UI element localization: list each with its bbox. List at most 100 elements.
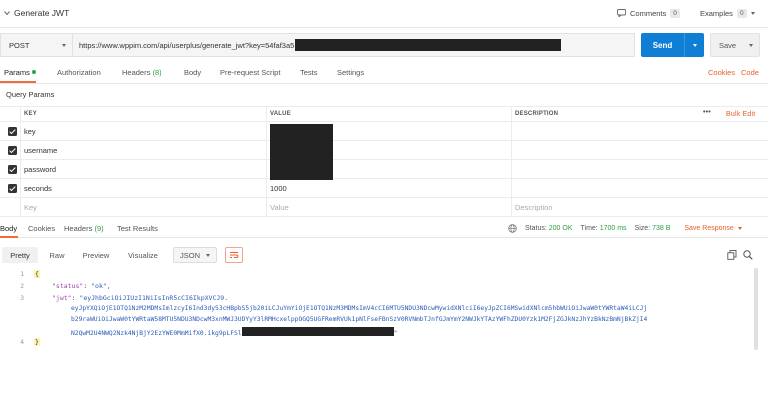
- save-response-label: Save Response: [684, 225, 734, 232]
- url-text: https://www.wppim.com/api/userplus/gener…: [79, 40, 295, 50]
- caret-down-icon: [737, 227, 742, 230]
- json-string-end: N2QwM2U4NWQ2Nzk4NjBjY2EzYWE0MmMifX0.ikg9…: [71, 327, 397, 337]
- more-options-icon[interactable]: •••: [703, 109, 711, 116]
- comments-button[interactable]: Comments 0: [617, 6, 680, 20]
- vertical-scrollbar[interactable]: [754, 268, 758, 350]
- wrap-lines-button[interactable]: [225, 247, 243, 263]
- checkbox-checked[interactable]: [8, 165, 17, 174]
- comment-icon: [617, 9, 626, 17]
- tab-authorization[interactable]: Authorization: [57, 68, 101, 77]
- json-jwt-line: "jwt": "eyJhbGciOiJIUzI1NiIsInR5cCI6IkpX…: [52, 294, 229, 302]
- tab-prerequest-script[interactable]: Pre-request Script: [220, 68, 280, 77]
- column-description: DESCRIPTION: [515, 111, 559, 117]
- method-select[interactable]: POST: [0, 33, 72, 57]
- tab-body[interactable]: Body: [184, 68, 201, 77]
- caret-down-icon: [749, 43, 753, 47]
- json-string: b29raWUiOiJwaW0tYWRtaW58MTU5NDU3NDcwM3xn…: [71, 316, 648, 323]
- response-status: Status: 200 OK Time: 1700 ms Size: 738 B…: [508, 224, 742, 233]
- response-toolbar: Pretty Raw Preview Visualize JSON: [0, 244, 768, 266]
- tab-response-body[interactable]: Body: [0, 224, 17, 233]
- table-row: seconds 1000: [0, 179, 768, 198]
- tab-test-results[interactable]: Test Results: [117, 224, 158, 233]
- json-key: "status": [52, 282, 84, 290]
- param-key[interactable]: key: [24, 127, 36, 136]
- column-value: VALUE: [270, 111, 291, 117]
- chevron-down-icon[interactable]: [4, 10, 10, 16]
- new-description-input[interactable]: Description: [515, 203, 553, 212]
- redaction-box: [270, 124, 333, 180]
- examples-count-badge: 0: [736, 8, 747, 18]
- title-bar: Generate JWT Comments 0 Examples 0: [0, 0, 768, 28]
- json-string: "eyJhbGciOiJIUzI1NiIsInR5cCI6IkpXVCJ9.: [79, 294, 229, 302]
- tab-params[interactable]: Params: [4, 68, 36, 77]
- tab-response-cookies[interactable]: Cookies: [28, 224, 55, 233]
- param-key[interactable]: username: [24, 146, 57, 155]
- tab-params-label: Params: [4, 68, 30, 77]
- param-key[interactable]: seconds: [24, 184, 52, 193]
- preview-button[interactable]: Preview: [76, 247, 116, 263]
- caret-down-icon: [62, 43, 66, 47]
- json-string: eyJpYXQiOjE1OTQ1NzM2MDMsImlzcyI6Ind3dy53…: [71, 305, 648, 312]
- send-button[interactable]: Send: [641, 33, 704, 57]
- new-value-input[interactable]: Value: [270, 203, 289, 212]
- active-tab-indicator: [0, 81, 36, 83]
- status-label: Status:: [525, 225, 547, 232]
- search-icon[interactable]: [743, 250, 753, 260]
- json-close-brace: }: [34, 338, 40, 346]
- tab-headers[interactable]: Headers (8): [122, 68, 162, 77]
- column-divider: [511, 106, 512, 216]
- request-title[interactable]: Generate JWT: [14, 8, 69, 18]
- checkbox-checked[interactable]: [8, 184, 17, 193]
- send-options-button[interactable]: [684, 33, 704, 57]
- json-string: "ok",: [91, 282, 111, 290]
- code-link[interactable]: Code: [741, 68, 759, 77]
- tab-headers-count: (8): [152, 68, 162, 77]
- save-button[interactable]: Save: [710, 33, 760, 57]
- format-select[interactable]: JSON: [173, 247, 217, 263]
- json-open-brace: {: [34, 270, 40, 278]
- new-key-input[interactable]: Key: [24, 203, 37, 212]
- status-text: Status: 200 OK: [525, 225, 573, 232]
- checkbox-checked[interactable]: [8, 146, 17, 155]
- caret-down-icon: [750, 11, 755, 15]
- examples-dropdown[interactable]: Examples 0: [700, 6, 755, 20]
- column-divider: [266, 106, 267, 216]
- caret-down-icon: [692, 43, 697, 47]
- tab-settings[interactable]: Settings: [337, 68, 364, 77]
- raw-button[interactable]: Raw: [42, 247, 72, 263]
- copy-icon[interactable]: [727, 250, 737, 260]
- line-number: 2: [20, 282, 24, 290]
- json-string: ": [393, 330, 398, 337]
- save-response-button[interactable]: Save Response: [684, 225, 742, 232]
- table-header: KEY VALUE DESCRIPTION ••• Bulk Edit: [0, 106, 768, 122]
- comments-count-badge: 0: [670, 8, 680, 18]
- bulk-edit-link[interactable]: Bulk Edit: [726, 111, 755, 118]
- checkbox-checked[interactable]: [8, 127, 17, 136]
- time-label: Time:: [580, 225, 598, 232]
- visualize-button[interactable]: Visualize: [122, 247, 164, 263]
- format-label: JSON: [180, 250, 201, 260]
- param-key[interactable]: password: [24, 165, 56, 174]
- table-row: key: [0, 122, 768, 141]
- time-value: 1700 ms: [599, 225, 627, 232]
- globe-icon: [508, 224, 517, 233]
- active-dot-icon: [31, 70, 36, 74]
- url-input[interactable]: https://www.wppim.com/api/userplus/gener…: [72, 33, 635, 57]
- json-key: "jwt": [52, 294, 72, 302]
- cookies-link[interactable]: Cookies: [708, 68, 735, 77]
- query-params-title: Query Params: [6, 90, 55, 99]
- size-label: Size:: [634, 225, 651, 232]
- param-value[interactable]: 1000: [270, 184, 287, 193]
- tab-tests[interactable]: Tests: [300, 68, 318, 77]
- save-label: Save: [719, 40, 737, 50]
- tab-headers-label: Headers: [122, 68, 151, 77]
- json-status-line: "status": "ok",: [52, 282, 111, 290]
- tab-response-headers[interactable]: Headers (9): [64, 224, 104, 233]
- status-value: 200 OK: [548, 225, 573, 232]
- redaction-box: [295, 39, 562, 51]
- pretty-button[interactable]: Pretty: [2, 247, 38, 263]
- response-code-view: 1 2 3 4 { "status": "ok", "jwt": "eyJhbG…: [0, 268, 768, 348]
- wrap-lines-icon: [230, 252, 239, 258]
- column-divider: [20, 106, 21, 216]
- caret-down-icon: [206, 253, 210, 257]
